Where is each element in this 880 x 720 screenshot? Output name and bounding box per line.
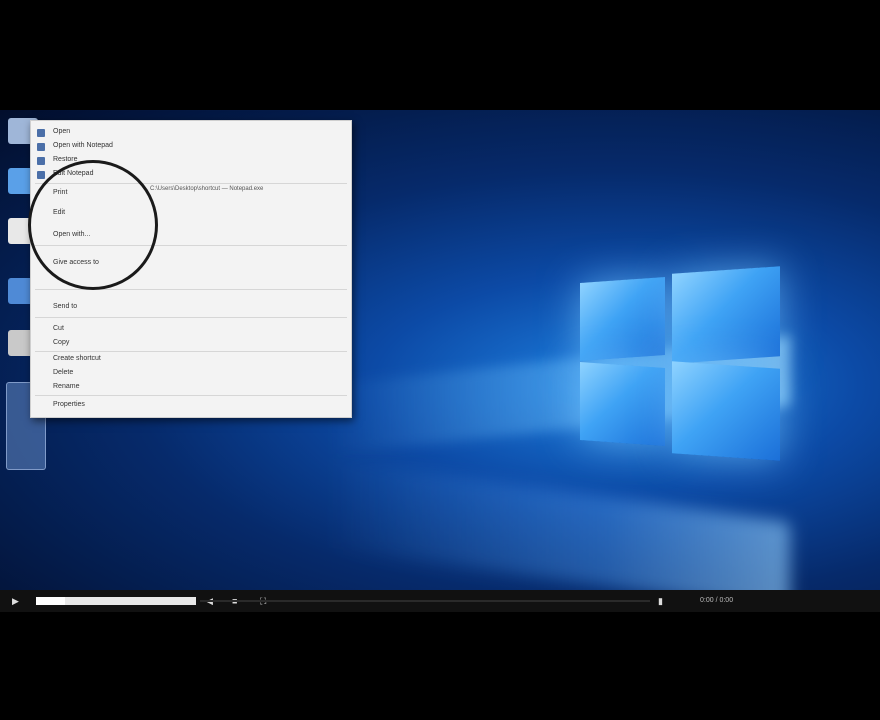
menu-item-copy[interactable]: Copy	[53, 339, 69, 346]
path-hint: C:\Users\Desktop\shortcut — Notepad.exe	[150, 186, 264, 192]
light-beam-lower	[330, 457, 790, 610]
restore-icon	[37, 157, 45, 165]
menu-item-rename[interactable]: Rename	[53, 383, 79, 390]
menu-item-open-with-notepad[interactable]: Open with Notepad	[53, 142, 113, 149]
menu-separator	[35, 351, 347, 352]
menu-separator	[35, 395, 347, 396]
video-controls: ▶ ◀ ■ ⛶ ▮ 0:00 / 0:00	[0, 590, 880, 612]
menu-separator	[35, 317, 347, 318]
menu-item-properties[interactable]: Properties	[53, 401, 85, 408]
menu-item-cut[interactable]: Cut	[53, 325, 64, 332]
play-icon[interactable]: ▶	[12, 595, 19, 607]
highlight-circle	[28, 160, 158, 290]
edit-notepad-icon	[37, 171, 45, 179]
menu-item-create-shortcut[interactable]: Create shortcut	[53, 355, 101, 362]
progress-fill	[36, 597, 65, 605]
notepad-icon	[37, 143, 45, 151]
open-icon	[37, 129, 45, 137]
time-label: 0:00 / 0:00	[700, 597, 734, 604]
taskbar-tray-icon: ▮	[658, 596, 663, 606]
progress-bar[interactable]	[36, 597, 196, 605]
menu-item-send-to[interactable]: Send to	[53, 303, 77, 310]
menu-item-open[interactable]: Open	[53, 128, 70, 135]
menu-item-delete[interactable]: Delete	[53, 369, 73, 376]
timeline-track	[200, 600, 650, 602]
